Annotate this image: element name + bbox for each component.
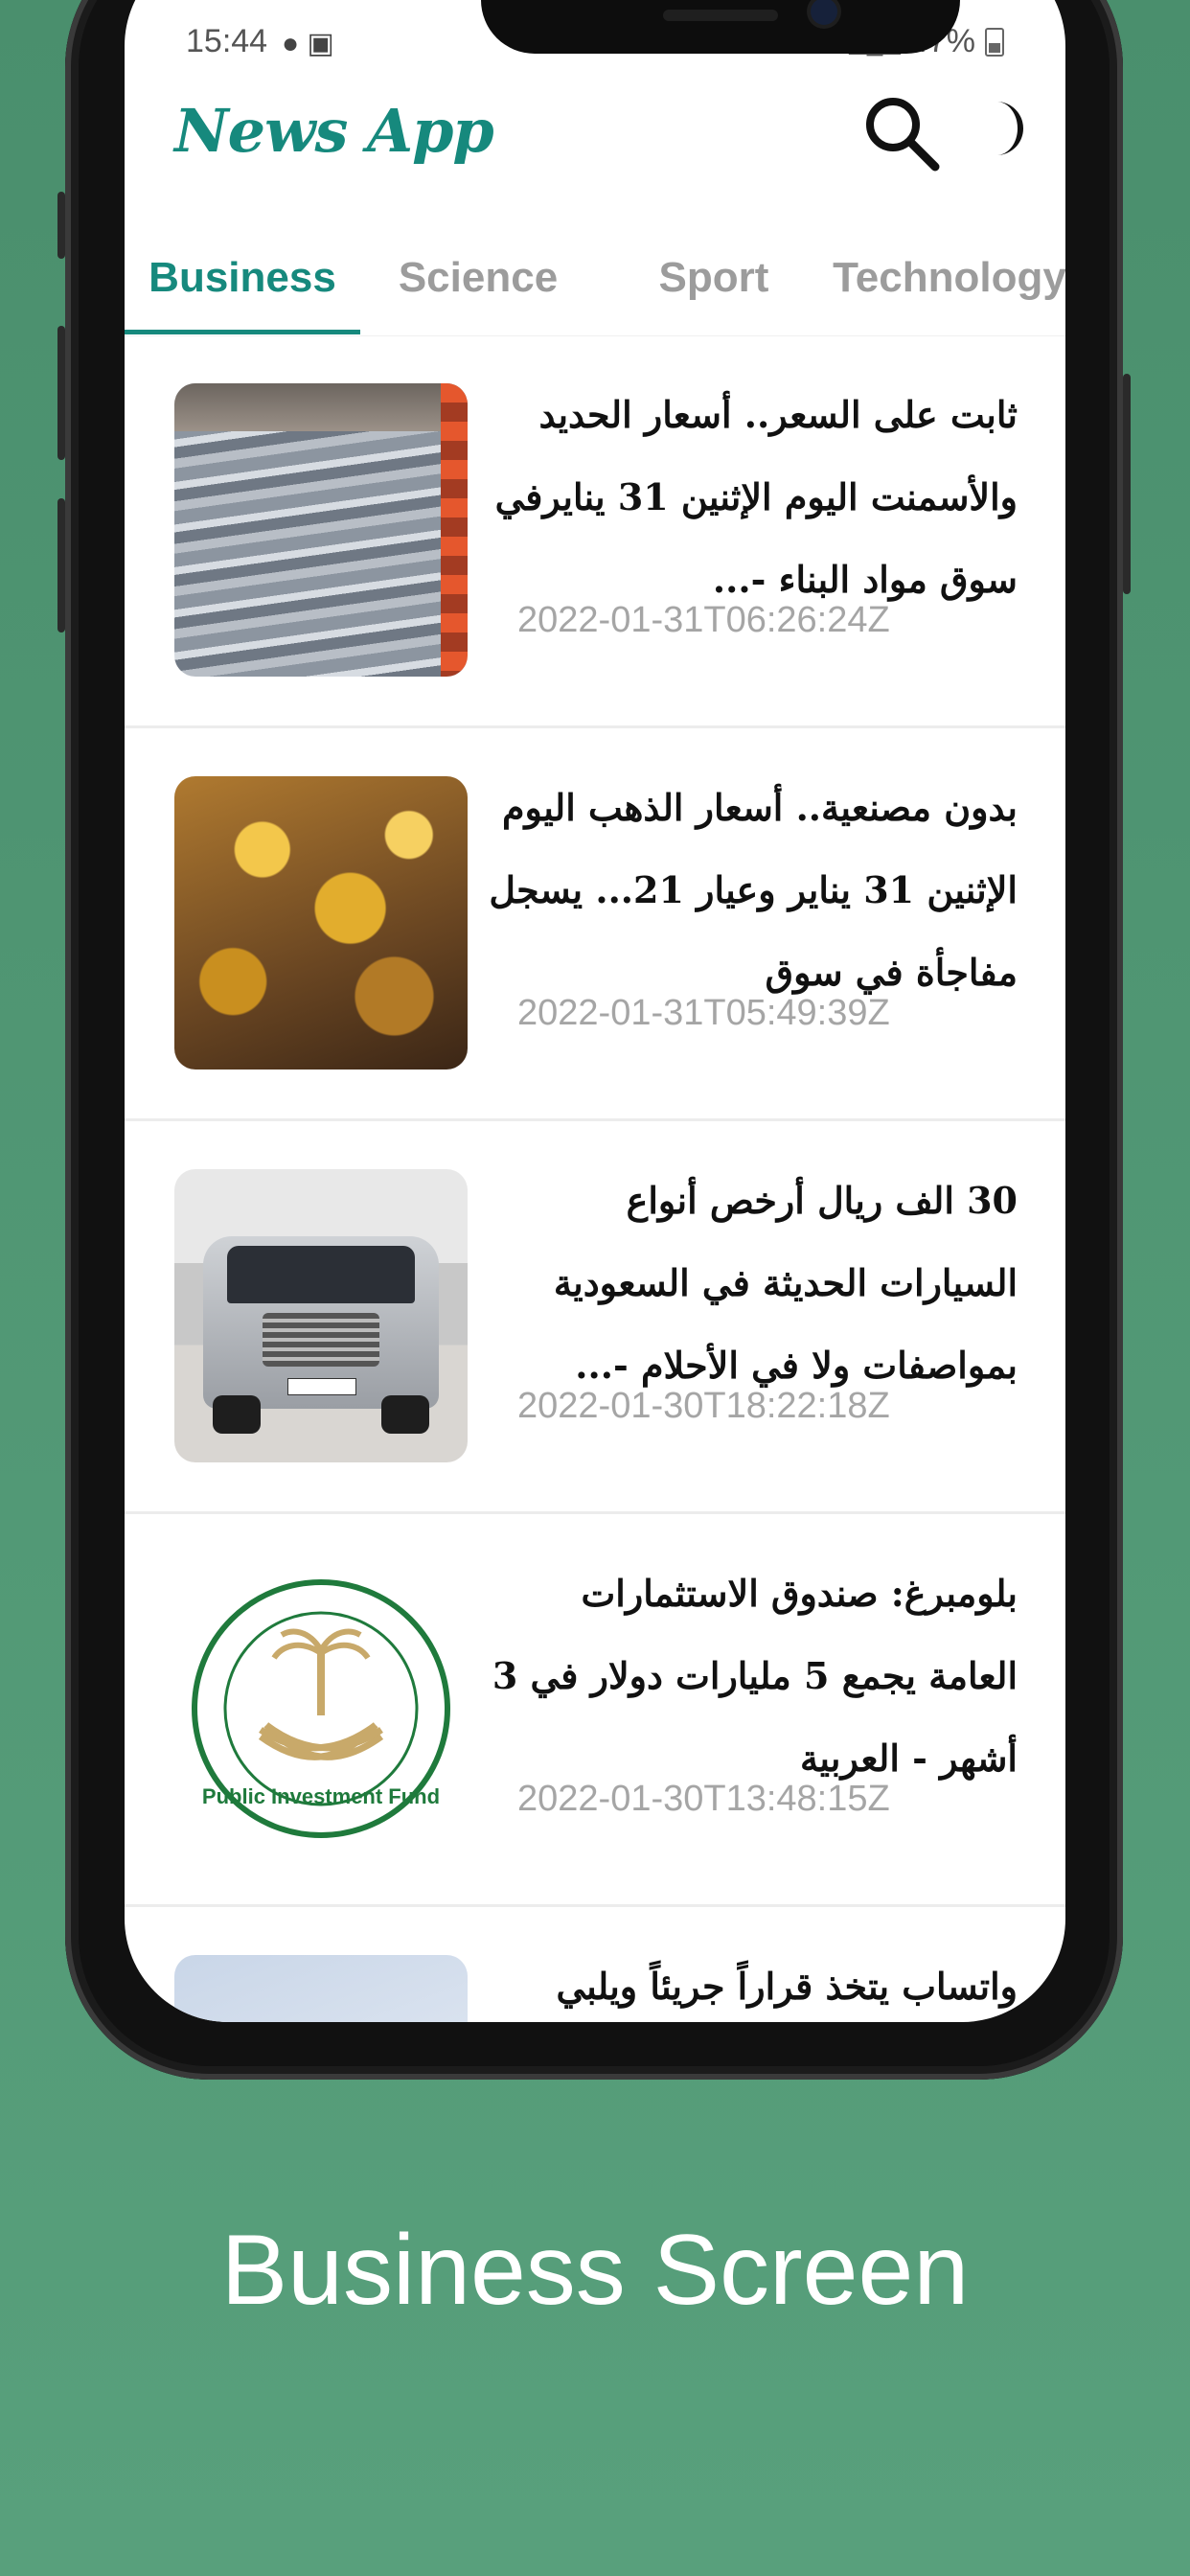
phone-power-button <box>1123 374 1131 594</box>
gold-jewelry-image <box>174 776 468 1070</box>
rebar-red-caps <box>441 383 468 677</box>
news-date: 2022-01-30T18:22:18Z <box>517 1386 890 1426</box>
car-wheel <box>213 1395 261 1434</box>
search-button[interactable] <box>858 90 945 176</box>
news-title: ثابت على السعر.. أسعار الحديد والأسمنت ا… <box>494 393 1018 601</box>
tab-technology[interactable]: Technology <box>832 230 1065 335</box>
public-investment-fund-logo: Public Investment Fund <box>174 1562 468 1855</box>
moon-icon <box>996 102 1023 155</box>
theme-toggle-button[interactable] <box>968 90 1035 167</box>
tab-sport[interactable]: Sport <box>596 230 832 335</box>
phone-notch <box>481 0 960 54</box>
screen-caption: Business Screen <box>220 2215 970 2326</box>
speaker-grille <box>663 10 778 21</box>
article-image <box>174 1955 468 2022</box>
notification-icons: ● ▣ <box>282 27 334 60</box>
gallery-icon: ▣ <box>307 28 334 59</box>
phone-volume-up <box>57 326 65 460</box>
news-title: بلومبرغ: صندوق الاستثمارات العامة يجمع 5… <box>492 1572 1018 1780</box>
status-time: 15:44 <box>186 23 268 59</box>
active-tab-indicator <box>125 330 360 334</box>
steel-rebar-image <box>174 383 468 677</box>
news-date: 2022-01-30T13:48:15Z <box>517 1779 890 1819</box>
news-date: 2022-01-31T05:49:39Z <box>517 993 890 1033</box>
front-camera <box>811 0 837 25</box>
news-item[interactable]: ثابت على السعر.. أسعار الحديد والأسمنت ا… <box>125 335 1065 728</box>
news-item[interactable]: واتساب يتخذ قراراً جريئاً ويلبي <box>125 1907 1065 2022</box>
tab-business[interactable]: Business <box>125 230 360 335</box>
car-wheel <box>381 1395 429 1434</box>
news-list: ثابت على السعر.. أسعار الحديد والأسمنت ا… <box>125 335 1065 2022</box>
pif-logo-icon: Public Investment Fund <box>192 1579 450 1838</box>
news-item[interactable]: بدون مصنعية.. أسعار الذهب اليوم الإثنين … <box>125 728 1065 1121</box>
app-screen: 15:44 ● ▣ ◠ ▂▄▆ 47% News App Business <box>125 0 1065 2022</box>
category-tabs: Business Science Sport Technology <box>125 230 1065 336</box>
tab-science[interactable]: Science <box>360 230 596 335</box>
news-item[interactable]: 30 الف ريال أرخص أنواع السيارات الحديثة … <box>125 1121 1065 1514</box>
car-plate <box>287 1378 356 1395</box>
phone-volume-down <box>57 498 65 632</box>
news-title: بدون مصنعية.. أسعار الذهب اليوم الإثنين … <box>489 786 1018 994</box>
car-grille <box>263 1313 379 1367</box>
news-title: واتساب يتخذ قراراً جريئاً ويلبي <box>556 1965 1018 2008</box>
app-title: News App <box>174 96 494 166</box>
warehouse-roof <box>174 383 468 431</box>
search-icon <box>866 98 940 172</box>
battery-icon <box>985 27 1004 57</box>
car-windshield <box>227 1246 415 1303</box>
car-showroom-image <box>174 1169 468 1462</box>
phone-mute-switch <box>57 192 65 259</box>
news-title: 30 الف ريال أرخص أنواع السيارات الحديثة … <box>553 1179 1018 1387</box>
messenger-icon: ● <box>282 28 300 59</box>
pif-logo-text: Public Investment Fund <box>202 1784 440 1808</box>
app-bar: News App <box>125 86 1065 201</box>
news-item[interactable]: Public Investment Fund بلومبرغ: صندوق ال… <box>125 1514 1065 1907</box>
news-date: 2022-01-31T06:26:24Z <box>517 600 890 640</box>
